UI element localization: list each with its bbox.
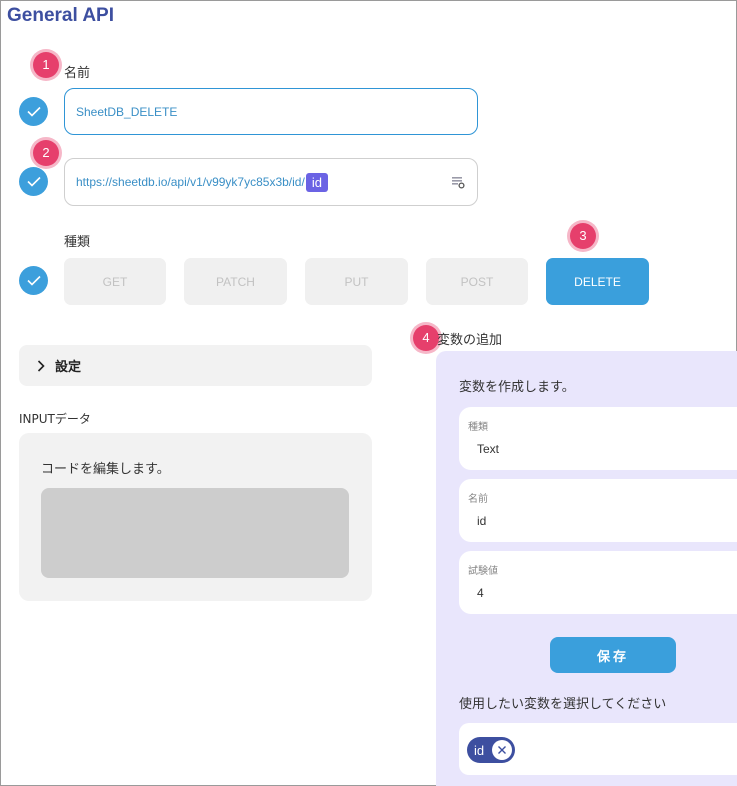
variable-type-label: 種類 <box>468 422 488 433</box>
select-variable-prompt: 使用したい変数を選択してください <box>459 697 667 712</box>
method-post-button[interactable]: POST <box>426 258 528 305</box>
variable-heading: 変数を作成します。 <box>459 380 575 395</box>
name-label: 名前 <box>64 66 91 81</box>
url-variable-chip[interactable]: id <box>305 172 328 192</box>
selected-variable-tag[interactable]: id <box>467 737 515 763</box>
settings-label: 設定 <box>55 360 82 375</box>
url-input-text: https://sheetdb.io/api/v1/v99yk7yc85x3b/… <box>76 175 305 189</box>
step-marker-2: 2 <box>33 140 59 166</box>
input-data-hint: コードを編集します。 <box>41 462 170 477</box>
variable-section-label: 変数の追加 <box>437 333 503 348</box>
method-delete-button[interactable]: DELETE <box>546 258 649 305</box>
page-title: General API <box>7 5 115 26</box>
method-put-button[interactable]: PUT <box>305 258 408 305</box>
selected-variable-tag-label: id <box>474 742 485 758</box>
method-check-icon <box>19 266 48 295</box>
name-check-icon <box>19 97 48 126</box>
variable-insert-icon[interactable] <box>451 175 465 192</box>
input-data-label: INPUTデータ <box>19 412 91 426</box>
variable-name-field[interactable]: 名前 id <box>459 479 737 542</box>
variable-name-value: id <box>477 514 487 528</box>
url-check-icon <box>19 167 48 196</box>
method-label: 種類 <box>64 235 91 250</box>
settings-toggle[interactable]: 設定 <box>19 345 372 386</box>
variable-type-value: Text <box>477 442 500 456</box>
code-editor-area[interactable] <box>41 488 349 578</box>
url-input[interactable]: https://sheetdb.io/api/v1/v99yk7yc85x3b/… <box>64 158 478 206</box>
chevron-right-icon <box>37 359 45 372</box>
step-marker-4: 4 <box>413 325 439 351</box>
save-button[interactable]: 保存 <box>550 637 676 673</box>
method-patch-button[interactable]: PATCH <box>184 258 287 305</box>
remove-tag-icon[interactable] <box>492 740 512 760</box>
variable-name-label: 名前 <box>468 494 488 505</box>
variable-test-value: 4 <box>477 586 484 600</box>
method-get-button[interactable]: GET <box>64 258 166 305</box>
step-marker-3: 3 <box>570 223 596 249</box>
variable-type-field[interactable]: 種類 Text <box>459 407 737 470</box>
step-marker-1: 1 <box>33 52 59 78</box>
name-input[interactable]: SheetDB_DELETE <box>64 88 478 135</box>
variable-test-label: 試験値 <box>468 566 498 577</box>
variable-test-field[interactable]: 試験値 4 <box>459 551 737 614</box>
name-input-value: SheetDB_DELETE <box>76 104 178 119</box>
